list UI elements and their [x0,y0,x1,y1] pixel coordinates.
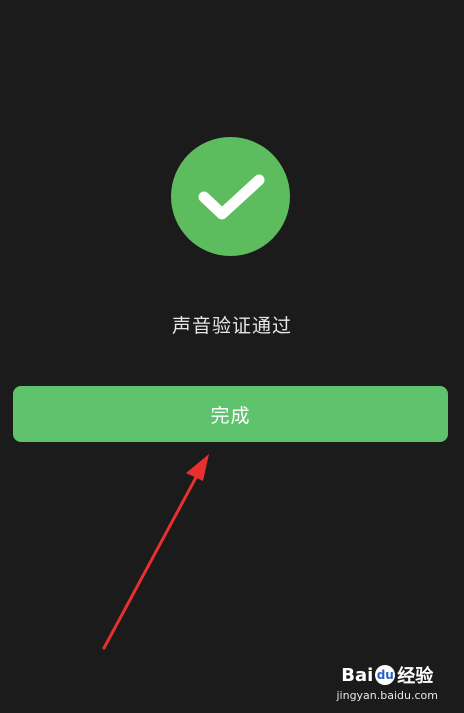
success-badge [171,137,290,256]
checkmark-icon [198,174,265,220]
baidu-jingyan-watermark: Bai du 经验 jingyan.baidu.com [336,662,438,703]
red-arrow-icon [102,454,209,650]
watermark-logo: Bai du 经验 [336,662,438,688]
voice-verification-screen: 声音验证通过 完成 Bai du 经验 jingyan.baidu.com [0,0,464,713]
watermark-url: jingyan.baidu.com [336,689,438,702]
paw-icon: du [375,665,396,685]
done-button[interactable]: 完成 [13,386,448,442]
watermark-brand-right: 经验 [397,666,434,687]
watermark-brand-left: Bai [341,664,374,686]
verification-status-text: 声音验证通过 [171,315,292,337]
